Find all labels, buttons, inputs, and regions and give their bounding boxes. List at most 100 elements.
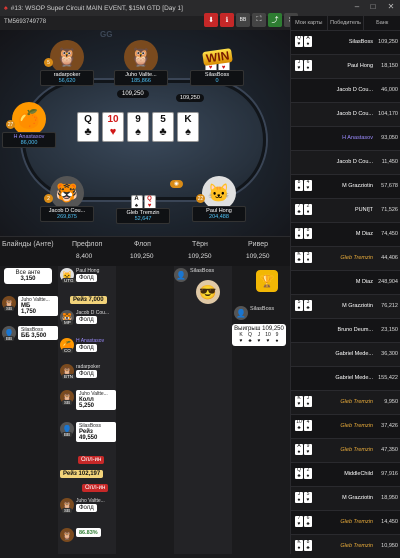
row-winner: Gleb Tremzin [340,255,373,261]
results-row[interactable]: Jacob D Cou... 11,450 [291,150,400,174]
app-logo-icon: ♠ [4,4,8,12]
results-row[interactable]: Q ♥ A ♠ SilasBoss 109,250 [291,30,400,54]
bb-toggle-button[interactable]: BB [236,13,250,27]
mini-card: 7 ♣ [295,203,303,215]
action-player: SilasBoss [190,268,215,274]
street-label: Тёрн [192,241,208,248]
player-stack: 204,488 [209,214,229,220]
mini-card: A ♠ [295,443,303,455]
player-seat[interactable]: 🐱 22 Paul Hong 204,488 [192,176,246,222]
fold-tag: Фолд [76,344,97,352]
results-row[interactable]: M Diaz 248,904 [291,270,400,294]
player-nameplate: H Anastasov 86,000 [2,132,56,148]
results-row[interactable]: Gabriel Mede... 155,422 [291,366,400,390]
results-row[interactable]: Bruno Deum... 23,150 [291,318,400,342]
row-bank: 248,904 [378,279,398,285]
action-box: Juho Valtte... МБ 1,750 [18,296,58,316]
row-cards: J ♠ 5 ♥ [295,491,312,503]
allin-tag: Олл-ин [82,484,109,492]
bb-label: BB [239,17,247,23]
action-value: 49,550 [79,435,98,441]
results-row[interactable]: Q ♣ 2 ♠ MiddleChild 97,916 [291,462,400,486]
action-entry: 🦉 SB Juho Valtte... Колл 5,250 [60,390,116,410]
minimize-icon[interactable]: – [350,2,364,11]
action-entry: 👤 BB SilasBoss Рейз 49,550 [60,422,116,442]
hole-card: J♥ [255,332,263,344]
row-winner: M Grazziotin [342,495,373,501]
player-nameplate: Glеb Тrеmzin 52,647 [116,208,170,224]
street-value: 8,400 [76,253,93,260]
mini-card: 6 ♠ [304,59,312,71]
player-stack: 185,866 [131,78,151,84]
results-row[interactable]: A ♠ 9 ♥ Gleb Tremzin 47,350 [291,438,400,462]
results-row[interactable]: 7 ♥ 6 ♣ Gleb Tremzin 14,450 [291,510,400,534]
download-button[interactable]: ⬇ [204,13,218,27]
cat-avatar-icon: 🐱 UTG [60,268,76,283]
row-winner: SilasBoss [348,39,373,45]
results-row[interactable]: 7 ♣ 2 ♦ PUNI]T 71,526 [291,198,400,222]
row-bank: 74,450 [381,231,398,237]
results-row[interactable]: H Anastasov 93,050 [291,126,400,150]
row-winner: MiddleChild [344,471,373,477]
results-row[interactable]: Jacob D Cou... 46,000 [291,78,400,102]
hand-results-sidebar: Мои карты Победитель Банк Q ♥ A ♠ SilasBoss 1… [290,16,400,558]
mini-card: 5 ♠ [295,299,303,311]
results-row[interactable]: 10 ♣ 4 ♠ Gleb Tremzin 37,426 [291,414,400,438]
results-row[interactable]: Gabriel Mede... 36,300 [291,342,400,366]
hero-seat[interactable]: A ♠ Q ♥ Glеb Тrеmzin 52,647 [116,182,170,224]
fullscreen-button[interactable]: ⛶ [252,13,266,27]
results-row[interactable]: 8 ♠ 4 ♥ M Grazziotin 57,678 [291,174,400,198]
row-winner: Gleb Tremzin [340,423,373,429]
row-bank: 9,950 [384,399,398,405]
results-row[interactable]: 5 ♠ 3 ♣ M Grazziotin 76,212 [291,294,400,318]
player-seat[interactable]: 🦉 Juho Vallte... 185,866 [114,40,168,86]
row-cards: Q ♥ A ♠ [295,35,312,47]
player-seat[interactable]: 🐯 2 Jacob D Cou... 269,875 [40,176,94,222]
results-row[interactable]: K ♠ 8 ♣ Gleb Tremzin 10,950 [291,534,400,558]
player-stack: 86,000 [20,140,38,146]
window-titlebar: ♠ #13: WSOP Super Circuit MAIN EVENT, $1… [0,0,400,16]
row-cards: A ♠ 9 ♥ [295,443,312,455]
row-bank: 10,950 [381,543,398,549]
row-winner: Paul Hong [347,63,373,69]
mini-card: 4 ♠ [304,419,312,431]
window-title: #13: WSOP Super Circuit MAIN EVENT, $15M… [10,4,183,12]
share-button[interactable]: ⤴ [268,13,282,27]
seat-number: 2 [44,194,53,203]
results-row[interactable]: 9 ♠ 8 ♥ M Diaz 74,450 [291,222,400,246]
row-winner: M Grazziotin [342,183,373,189]
action-entry: 🍊 CO H Anastasov Фолд [60,338,104,353]
results-row[interactable]: K ♣ 3 ♦ Gleb Tremzin 44,406 [291,246,400,270]
row-winner: Gleb Tremzin [340,519,373,525]
mini-card: K ♠ [295,539,303,551]
close-window-icon[interactable]: ✕ [384,2,398,11]
streets-header: Блайнды (Анте) Префлоп 8,400 Флоп 109,25… [0,236,290,266]
hole-card: Q ♣ [246,332,254,344]
results-row[interactable]: K ♥ J ♠ Gleb Tremzin 9,950 [291,390,400,414]
row-cards: 7 ♣ 2 ♦ [295,203,312,215]
action-entry: 🦉 SB Juho Valtte... Фолд [60,498,105,513]
player-seat[interactable]: 🍊 27 H Anastasov 86,000 [2,102,56,148]
results-row[interactable]: Jacob D Cou... 104,170 [291,102,400,126]
results-row[interactable]: J ♥ 6 ♠ Paul Hong 18,150 [291,54,400,78]
info-button[interactable]: ℹ [220,13,234,27]
hole-card: 10 ♥ [264,332,272,344]
player-seat[interactable]: 🦉 5 radarpoker 56,620 [40,40,94,86]
row-bank: 11,450 [381,159,398,165]
maximize-icon[interactable]: □ [366,2,380,11]
results-row[interactable]: J ♠ 5 ♥ M Grazziotin 18,950 [291,486,400,510]
owl-avatar-icon: 🦉 SB [2,296,16,311]
row-bank: 14,450 [381,519,398,525]
player-stack: 56,620 [58,78,76,84]
player-stack: 52,647 [134,216,152,222]
action-history: Все анте 3,150 🦉 SB Juho Valtte... МБ 1,7… [0,266,290,554]
mini-card: 2 ♦ [304,203,312,215]
row-winner: Gleb Tremzin [340,543,373,549]
board-card: K ♠ [177,112,199,142]
mini-card: K ♣ [295,251,303,263]
street-label: Флоп [134,241,151,248]
action-entry: 🐱 UTG Paul Hong Фолд [60,268,99,283]
row-bank: 18,950 [381,495,398,501]
row-bank: 71,526 [381,207,398,213]
owl-avatar-icon: 🦉 [60,528,74,542]
